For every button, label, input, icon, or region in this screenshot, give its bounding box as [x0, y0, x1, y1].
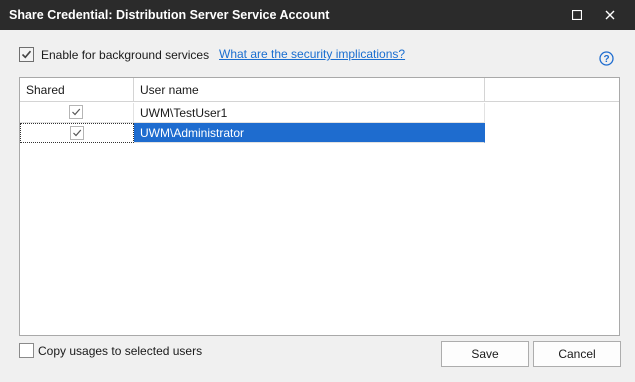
- maximize-button[interactable]: [562, 0, 592, 30]
- grid-header: Shared User name: [20, 78, 619, 102]
- svg-text:?: ?: [603, 54, 609, 65]
- column-header-user-name[interactable]: User name: [134, 78, 485, 102]
- column-header-shared[interactable]: Shared: [20, 78, 134, 102]
- checkmark-icon: [21, 50, 32, 59]
- enable-background-label[interactable]: Enable for background services: [41, 48, 209, 62]
- user-name-cell[interactable]: UWM\TestUser1: [134, 103, 485, 123]
- enable-background-checkbox[interactable]: [19, 47, 34, 62]
- window-title: Share Credential: Distribution Server Se…: [9, 8, 330, 22]
- help-icon: ?: [599, 51, 614, 66]
- table-row[interactable]: UWM\TestUser1: [20, 103, 485, 123]
- close-button[interactable]: [595, 0, 625, 30]
- title-bar: Share Credential: Distribution Server Se…: [0, 0, 635, 30]
- shared-cell[interactable]: [20, 123, 134, 143]
- shared-checkbox[interactable]: [69, 105, 83, 119]
- shared-checkbox[interactable]: [70, 126, 84, 140]
- security-implications-link[interactable]: What are the security implications?: [219, 47, 405, 61]
- credential-grid[interactable]: Shared User name UWM\TestUser1 UWM\Admin…: [19, 77, 620, 336]
- shared-cell[interactable]: [20, 103, 134, 123]
- save-button[interactable]: Save: [441, 341, 529, 367]
- table-row-selected[interactable]: UWM\Administrator: [20, 123, 485, 143]
- copy-usages-checkbox[interactable]: [19, 343, 34, 358]
- checkmark-icon: [72, 108, 81, 116]
- copy-usages-label[interactable]: Copy usages to selected users: [38, 344, 202, 358]
- user-name-cell[interactable]: UWM\Administrator: [134, 123, 485, 143]
- checkmark-icon: [73, 129, 82, 137]
- help-button[interactable]: ?: [599, 51, 614, 69]
- maximize-icon: [572, 10, 582, 20]
- cancel-button[interactable]: Cancel: [533, 341, 621, 367]
- close-icon: [605, 10, 615, 20]
